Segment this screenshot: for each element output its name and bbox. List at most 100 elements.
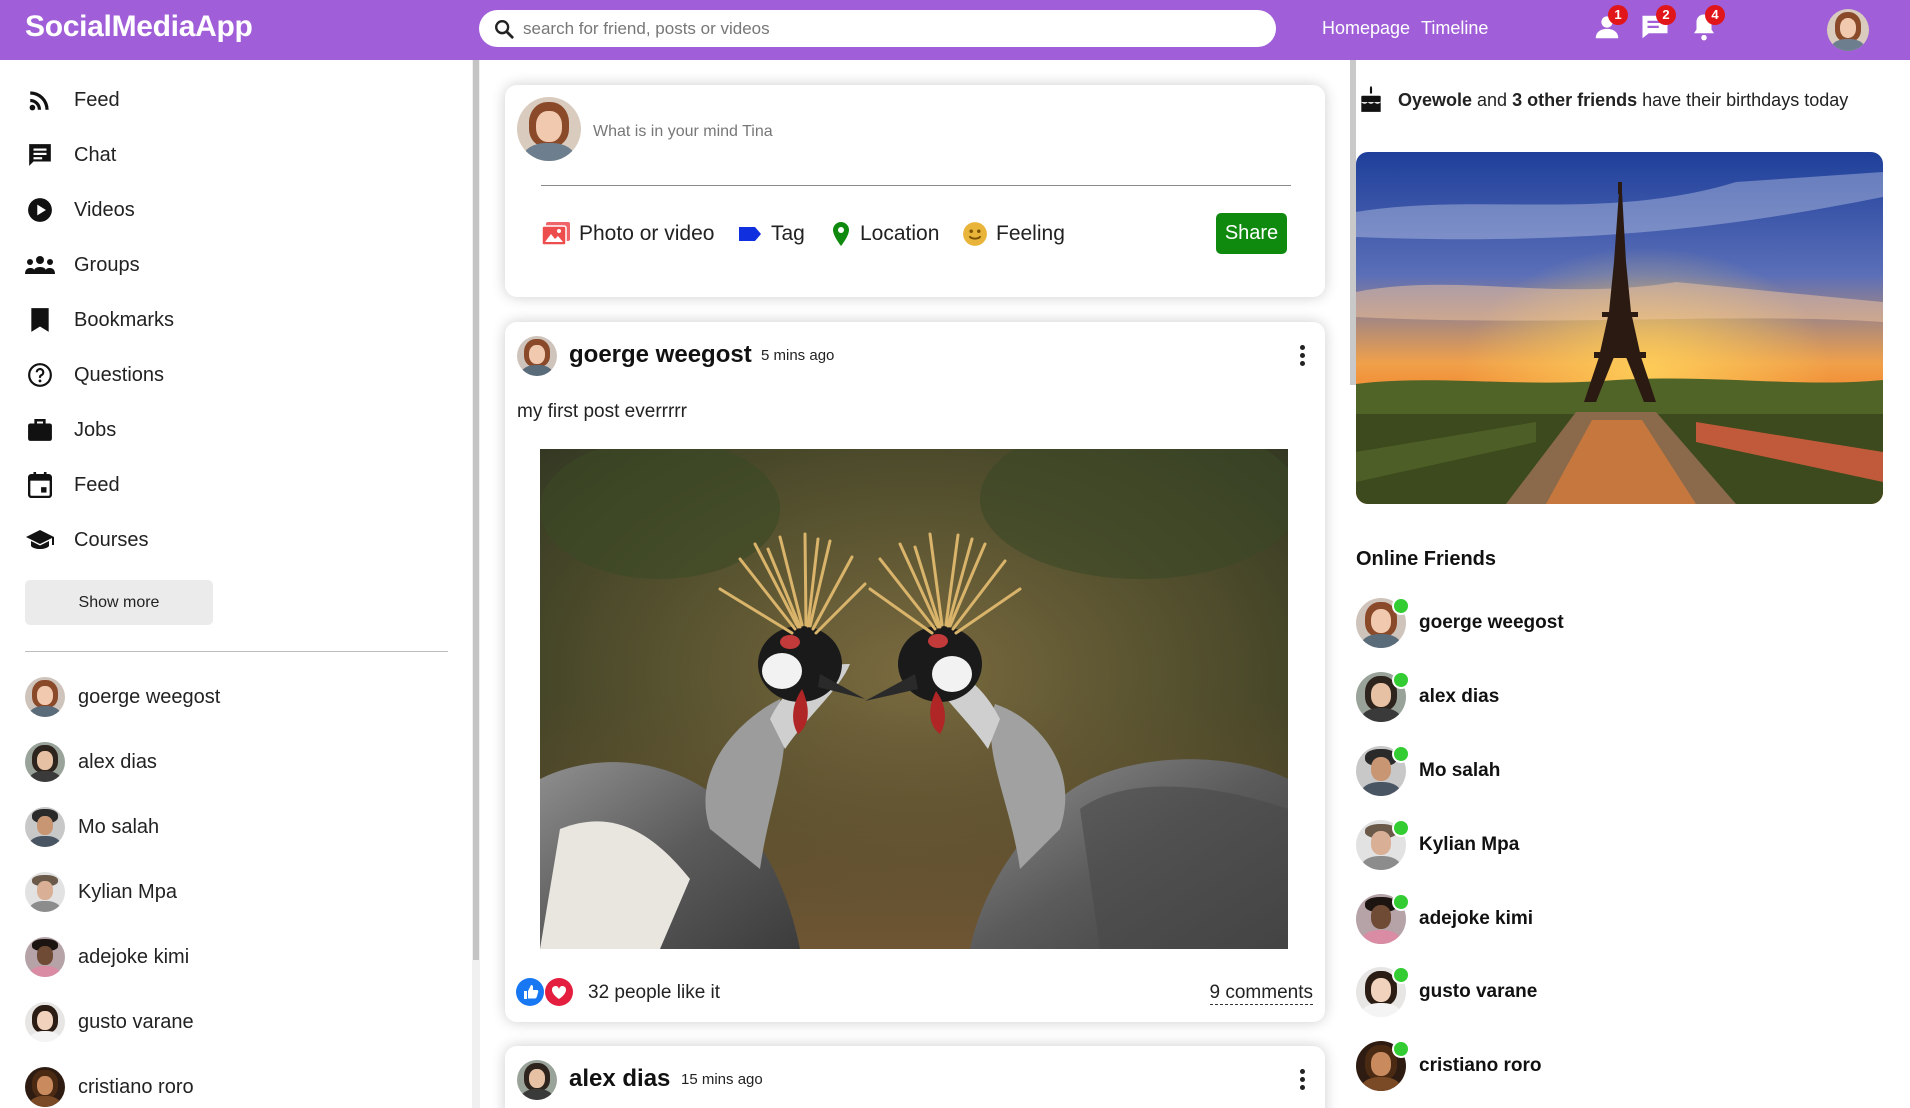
friend-name: gusto varane xyxy=(1419,981,1538,1002)
online-friend-item[interactable]: Kylian Mpa xyxy=(1356,819,1519,871)
online-status-dot xyxy=(1392,671,1410,689)
left-scrollbar[interactable] xyxy=(472,60,480,1108)
eiffel-tower-ad[interactable] xyxy=(1356,152,1883,504)
friend-name: adejoke kimi xyxy=(1419,908,1534,929)
groups-icon xyxy=(25,256,55,274)
online-friend-item[interactable]: gusto varane xyxy=(1356,966,1537,1018)
friend-name: goerge weegost xyxy=(1419,612,1564,633)
tag-icon xyxy=(739,227,761,241)
location-pin-icon xyxy=(833,222,849,246)
left-scrollbar-thumb[interactable] xyxy=(473,60,479,960)
online-friend-item[interactable]: goerge weegost xyxy=(1356,597,1564,649)
post-author-avatar[interactable] xyxy=(517,336,557,376)
share-button[interactable]: Share xyxy=(1216,213,1287,254)
avatar xyxy=(25,677,65,717)
nav-homepage-link[interactable]: Homepage xyxy=(1322,18,1410,39)
rss-feed-icon xyxy=(29,91,49,111)
photo-icon xyxy=(541,222,570,246)
sidebar-item-label: Questions xyxy=(74,363,165,386)
post-author-avatar[interactable] xyxy=(517,1060,557,1100)
birthday-conjunction: and xyxy=(1472,89,1513,110)
online-status-dot xyxy=(1392,1040,1410,1058)
composer-divider xyxy=(541,185,1291,186)
friend-name: alex dias xyxy=(78,750,157,773)
post-card: goerge weegost 5 mins ago my first post … xyxy=(505,322,1325,1022)
sidebar-item-feed[interactable]: Feed xyxy=(25,80,120,120)
friend-request-badge: 1 xyxy=(1608,5,1628,25)
birthday-count[interactable]: 3 other friends xyxy=(1512,90,1637,110)
more-options-icon[interactable] xyxy=(1292,342,1312,370)
online-friend-item[interactable]: cristiano roro xyxy=(1356,1040,1541,1092)
online-status-dot xyxy=(1392,745,1410,763)
current-user-avatar[interactable] xyxy=(1827,9,1869,51)
share-composer: Photo or video Tag Location Feeling Shar… xyxy=(505,85,1325,297)
comments-link[interactable]: 9 comments xyxy=(1209,982,1313,1005)
status-input[interactable] xyxy=(593,117,1273,147)
show-more-button[interactable]: Show more xyxy=(25,580,213,625)
search-bar xyxy=(479,10,1276,47)
like-icon[interactable] xyxy=(516,978,544,1006)
sidebar-item-groups[interactable]: Groups xyxy=(25,245,140,285)
sidebar-item-videos[interactable]: Videos xyxy=(25,190,135,230)
crowned-cranes-photo xyxy=(540,449,1288,949)
smiley-icon xyxy=(963,222,987,246)
sidebar-item-jobs[interactable]: Jobs xyxy=(25,410,116,450)
post-image[interactable] xyxy=(540,449,1288,949)
online-friend-item[interactable]: Mo salah xyxy=(1356,745,1500,797)
online-friend-item[interactable]: adejoke kimi xyxy=(1356,893,1533,945)
sidebar-item-label: Jobs xyxy=(74,418,117,441)
nav-timeline-link[interactable]: Timeline xyxy=(1421,18,1488,39)
sidebar-item-bookmarks[interactable]: Bookmarks xyxy=(25,300,174,340)
online-friend-item[interactable]: alex dias xyxy=(1356,671,1499,723)
friend-name: cristiano roro xyxy=(78,1075,194,1098)
post-author-name[interactable]: alex dias xyxy=(569,1065,670,1093)
app-logo[interactable]: SocialMediaApp xyxy=(25,10,253,44)
friend-name: gusto varane xyxy=(78,1010,194,1033)
post-timestamp: 5 mins ago xyxy=(761,347,835,364)
messages-badge: 2 xyxy=(1656,5,1676,25)
birthday-notice: Oyewole and 3 other friends have their b… xyxy=(1358,86,1848,114)
likes-count: 32 people like it xyxy=(588,982,721,1003)
avatar xyxy=(25,872,65,912)
more-options-icon[interactable] xyxy=(1292,1066,1312,1094)
sidebar-friend-item[interactable]: Kylian Mpa xyxy=(25,871,177,913)
sidebar-friend-item[interactable]: gusto varane xyxy=(25,1001,194,1043)
avatar xyxy=(25,742,65,782)
avatar xyxy=(25,1067,65,1107)
friend-name: alex dias xyxy=(1419,686,1500,707)
option-label: Photo or video xyxy=(579,222,715,245)
avatar xyxy=(25,1002,65,1042)
post-author-name[interactable]: goerge weegost xyxy=(569,341,752,369)
sidebar-friend-item[interactable]: Mo salah xyxy=(25,806,159,848)
location-option[interactable]: Location xyxy=(830,217,939,251)
sidebar-item-courses[interactable]: Courses xyxy=(25,520,148,560)
feeling-option[interactable]: Feeling xyxy=(962,217,1065,251)
bookmark-icon xyxy=(31,308,49,332)
sidebar-item-label: Bookmarks xyxy=(74,308,175,331)
online-friends-title: Online Friends xyxy=(1356,548,1497,570)
sidebar-item-label: Feed xyxy=(74,88,120,111)
heart-icon[interactable] xyxy=(545,978,573,1006)
friend-name: cristiano roro xyxy=(1419,1055,1542,1076)
sidebar-friend-item[interactable]: goerge weegost xyxy=(25,676,220,718)
friend-name: Mo salah xyxy=(1419,760,1501,781)
photo-or-video-option[interactable]: Photo or video xyxy=(541,217,714,251)
tag-option[interactable]: Tag xyxy=(737,217,805,251)
sidebar-friend-item[interactable]: cristiano roro xyxy=(25,1066,194,1108)
sidebar-item-events[interactable]: Feed xyxy=(25,465,120,505)
sidebar-item-chat[interactable]: Chat xyxy=(25,135,116,175)
sidebar-divider xyxy=(25,651,448,652)
post-card: alex dias 15 mins ago xyxy=(505,1046,1325,1108)
help-circle-icon xyxy=(28,363,52,387)
sidebar-item-questions[interactable]: Questions xyxy=(25,355,164,395)
friend-name: Mo salah xyxy=(78,815,160,838)
sidebar-item-label: Chat xyxy=(74,143,117,166)
online-status-dot xyxy=(1392,966,1410,984)
birthday-name[interactable]: Oyewole xyxy=(1398,90,1472,110)
sidebar-friend-item[interactable]: adejoke kimi xyxy=(25,936,189,978)
post-text: my first post everrrrr xyxy=(517,401,687,422)
sidebar-friend-item[interactable]: alex dias xyxy=(25,741,157,783)
search-input[interactable] xyxy=(523,13,1263,44)
birthday-cake-icon xyxy=(1361,86,1381,112)
option-label: Feeling xyxy=(996,222,1065,245)
